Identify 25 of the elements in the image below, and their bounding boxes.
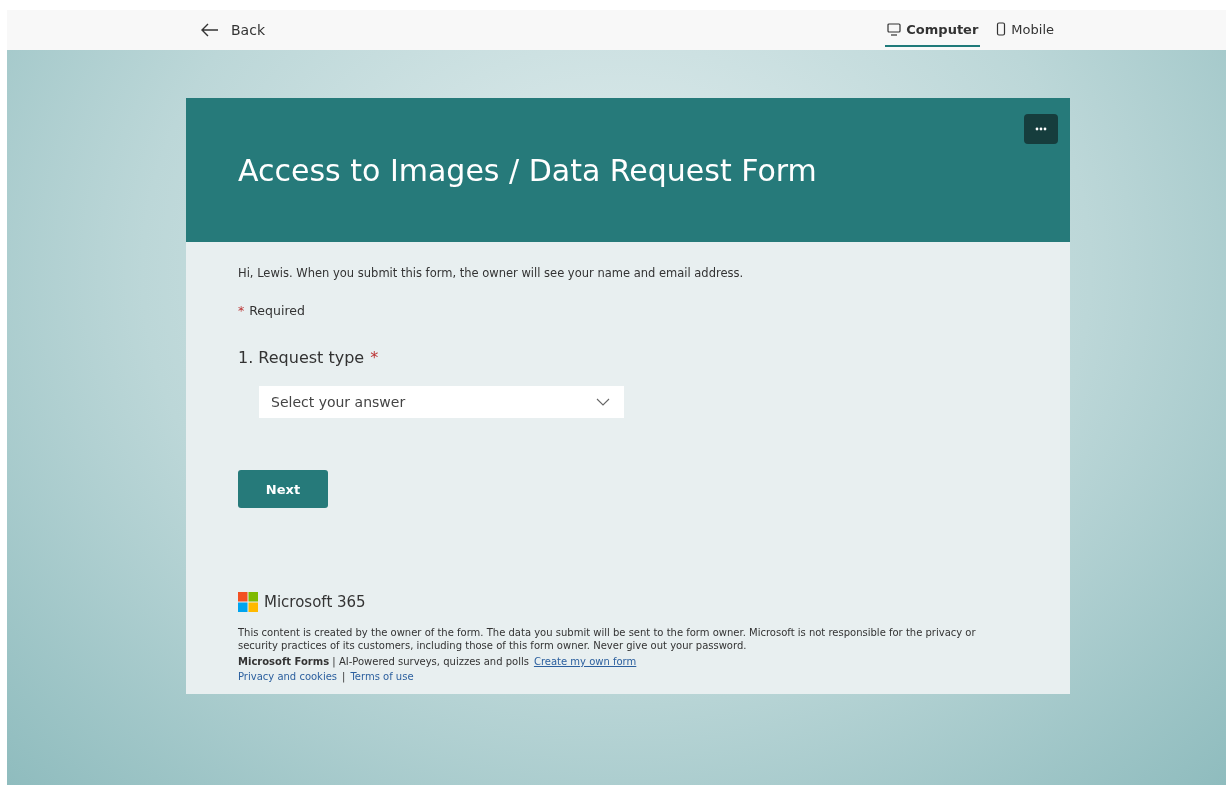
footer-link[interactable]: Terms of use — [350, 671, 414, 682]
disclaimer-text: This content is created by the owner of the form. The data you submit will be sent to the form owner. Microsoft is not responsible for the privacy or security practices of its customers, including those of this form owner. Never give out your password. — [238, 626, 977, 652]
four-squares-logo-icon — [238, 592, 258, 612]
required-mark: * — [370, 348, 379, 367]
create-form-link[interactable]: Create my own form — [533, 656, 637, 667]
answer-dropdown[interactable]: Select your answer — [259, 386, 624, 418]
phone-icon — [996, 22, 1007, 36]
view-tab[interactable]: Computer — [885, 13, 981, 47]
more-button[interactable] — [1024, 114, 1058, 144]
more-icon — [1035, 127, 1047, 131]
chevron-down-icon — [596, 398, 610, 406]
back-button[interactable]: Back — [197, 18, 269, 42]
required-legend: Required — [249, 303, 305, 318]
intro-text: Hi, Lewis. When you submit this form, the owner will see your name and email address. — [238, 266, 745, 280]
footer-link[interactable]: Privacy and cookies — [238, 671, 338, 682]
link-separator: | — [342, 671, 346, 682]
next-button[interactable]: Next — [238, 470, 328, 508]
back-arrow-icon — [201, 23, 219, 37]
brand-name: Microsoft 365 — [264, 593, 366, 611]
tagline-text: Microsoft Forms | AI-Powered surveys, quizzes and polls — [238, 656, 529, 667]
view-tab[interactable]: Mobile — [994, 13, 1056, 47]
form-title: Access to Images / Data Request Form — [238, 152, 817, 188]
monitor-icon — [887, 22, 902, 36]
question-label: 1. Request type — [238, 348, 365, 367]
required-mark: * — [238, 303, 245, 318]
